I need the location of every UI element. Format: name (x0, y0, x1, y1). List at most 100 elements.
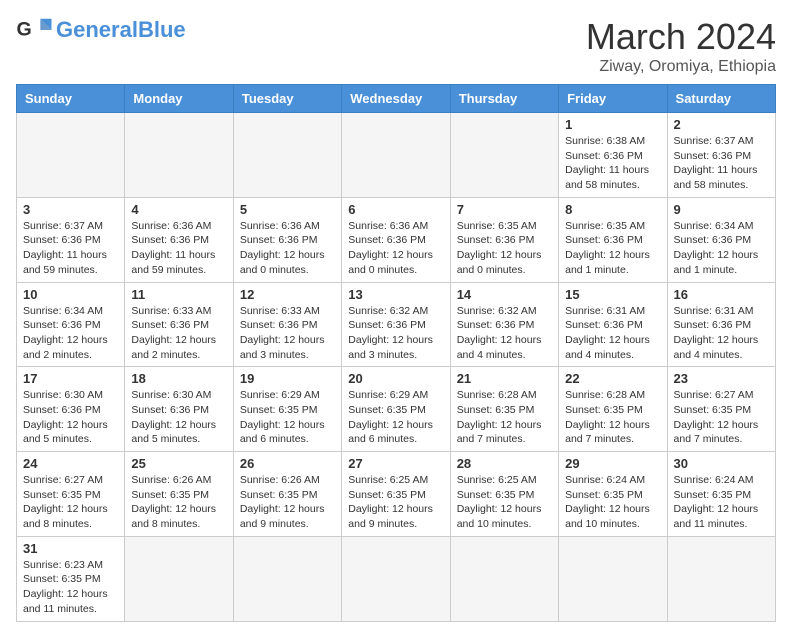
title-section: March 2024 Ziway, Oromiya, Ethiopia (586, 16, 776, 76)
logo: G GeneralBlue (16, 16, 186, 44)
day-number: 25 (131, 456, 226, 471)
logo-icon: G (16, 16, 52, 44)
day-info: Sunrise: 6:24 AM Sunset: 6:35 PM Dayligh… (674, 473, 769, 532)
weekday-header: Sunday (17, 85, 125, 113)
calendar-day-cell: 30 Sunrise: 6:24 AM Sunset: 6:35 PM Dayli… (667, 452, 775, 537)
calendar-day-cell (233, 536, 341, 621)
calendar-day-cell: 29Sunrise: 6:24 AM Sunset: 6:35 PM Dayli… (559, 452, 667, 537)
calendar-day-cell: 25 Sunrise: 6:26 AM Sunset: 6:35 PM Dayli… (125, 452, 233, 537)
calendar-day-cell (125, 536, 233, 621)
day-info: Sunrise: 6:36 AM Sunset: 6:36 PM Dayligh… (348, 219, 443, 278)
day-info: Sunrise: 6:36 AM Sunset: 6:36 PM Dayligh… (131, 219, 226, 278)
calendar-day-cell: 16 Sunrise: 6:31 AM Sunset: 6:36 PM Dayli… (667, 282, 775, 367)
calendar-day-cell (125, 113, 233, 198)
day-number: 10 (23, 287, 118, 302)
day-number: 20 (348, 371, 443, 386)
day-number: 2 (674, 117, 769, 132)
day-number: 5 (240, 202, 335, 217)
day-info: Sunrise: 6:37 AM Sunset: 6:36 PM Dayligh… (23, 219, 118, 278)
weekday-header: Wednesday (342, 85, 450, 113)
day-number: 19 (240, 371, 335, 386)
day-info: Sunrise: 6:26 AM Sunset: 6:35 PM Dayligh… (240, 473, 335, 532)
day-info: Sunrise: 6:25 AM Sunset: 6:35 PM Dayligh… (457, 473, 552, 532)
calendar-day-cell: 23Sunrise: 6:27 AM Sunset: 6:35 PM Dayli… (667, 367, 775, 452)
day-info: Sunrise: 6:35 AM Sunset: 6:36 PM Dayligh… (565, 219, 660, 278)
page-header: G GeneralBlue March 2024 Ziway, Oromiya,… (16, 16, 776, 76)
calendar-day-cell: 10Sunrise: 6:34 AM Sunset: 6:36 PM Dayli… (17, 282, 125, 367)
day-info: Sunrise: 6:33 AM Sunset: 6:36 PM Dayligh… (131, 304, 226, 363)
calendar-day-cell: 8 Sunrise: 6:35 AM Sunset: 6:36 PM Daylig… (559, 197, 667, 282)
calendar-day-cell (450, 536, 558, 621)
day-info: Sunrise: 6:29 AM Sunset: 6:35 PM Dayligh… (240, 388, 335, 447)
calendar-week-row: 3 Sunrise: 6:37 AM Sunset: 6:36 PM Daylig… (17, 197, 776, 282)
day-info: Sunrise: 6:34 AM Sunset: 6:36 PM Dayligh… (674, 219, 769, 278)
weekday-header: Friday (559, 85, 667, 113)
weekday-header: Thursday (450, 85, 558, 113)
day-number: 30 (674, 456, 769, 471)
calendar-day-cell (559, 536, 667, 621)
calendar-day-cell: 6Sunrise: 6:36 AM Sunset: 6:36 PM Daylig… (342, 197, 450, 282)
day-number: 17 (23, 371, 118, 386)
calendar-day-cell: 20 Sunrise: 6:29 AM Sunset: 6:35 PM Dayli… (342, 367, 450, 452)
day-number: 21 (457, 371, 552, 386)
calendar-week-row: 31Sunrise: 6:23 AM Sunset: 6:35 PM Dayli… (17, 536, 776, 621)
calendar-day-cell: 17 Sunrise: 6:30 AM Sunset: 6:36 PM Dayli… (17, 367, 125, 452)
calendar-header-row: SundayMondayTuesdayWednesdayThursdayFrid… (17, 85, 776, 113)
day-number: 23 (674, 371, 769, 386)
day-number: 1 (565, 117, 660, 132)
calendar-week-row: 24Sunrise: 6:27 AM Sunset: 6:35 PM Dayli… (17, 452, 776, 537)
calendar-week-row: 17 Sunrise: 6:30 AM Sunset: 6:36 PM Dayli… (17, 367, 776, 452)
day-number: 27 (348, 456, 443, 471)
day-number: 9 (674, 202, 769, 217)
day-number: 18 (131, 371, 226, 386)
calendar-day-cell: 22 Sunrise: 6:28 AM Sunset: 6:35 PM Dayli… (559, 367, 667, 452)
calendar-day-cell: 12 Sunrise: 6:33 AM Sunset: 6:36 PM Dayli… (233, 282, 341, 367)
calendar-day-cell (342, 536, 450, 621)
calendar-day-cell: 24Sunrise: 6:27 AM Sunset: 6:35 PM Dayli… (17, 452, 125, 537)
svg-text:G: G (17, 19, 32, 41)
calendar-week-row: 1Sunrise: 6:38 AM Sunset: 6:36 PM Daylig… (17, 113, 776, 198)
day-info: Sunrise: 6:28 AM Sunset: 6:35 PM Dayligh… (457, 388, 552, 447)
calendar-day-cell: 28Sunrise: 6:25 AM Sunset: 6:35 PM Dayli… (450, 452, 558, 537)
day-number: 8 (565, 202, 660, 217)
day-number: 15 (565, 287, 660, 302)
calendar-day-cell: 11Sunrise: 6:33 AM Sunset: 6:36 PM Dayli… (125, 282, 233, 367)
day-info: Sunrise: 6:25 AM Sunset: 6:35 PM Dayligh… (348, 473, 443, 532)
day-info: Sunrise: 6:33 AM Sunset: 6:36 PM Dayligh… (240, 304, 335, 363)
day-number: 12 (240, 287, 335, 302)
calendar-day-cell: 7Sunrise: 6:35 AM Sunset: 6:36 PM Daylig… (450, 197, 558, 282)
calendar-week-row: 10Sunrise: 6:34 AM Sunset: 6:36 PM Dayli… (17, 282, 776, 367)
day-number: 4 (131, 202, 226, 217)
day-number: 22 (565, 371, 660, 386)
day-number: 14 (457, 287, 552, 302)
weekday-header: Saturday (667, 85, 775, 113)
calendar-day-cell: 5Sunrise: 6:36 AM Sunset: 6:36 PM Daylig… (233, 197, 341, 282)
calendar-day-cell: 27 Sunrise: 6:25 AM Sunset: 6:35 PM Dayli… (342, 452, 450, 537)
day-info: Sunrise: 6:28 AM Sunset: 6:35 PM Dayligh… (565, 388, 660, 447)
day-info: Sunrise: 6:29 AM Sunset: 6:35 PM Dayligh… (348, 388, 443, 447)
day-number: 24 (23, 456, 118, 471)
day-number: 16 (674, 287, 769, 302)
day-info: Sunrise: 6:23 AM Sunset: 6:35 PM Dayligh… (23, 558, 118, 617)
calendar-day-cell: 21 Sunrise: 6:28 AM Sunset: 6:35 PM Dayli… (450, 367, 558, 452)
calendar-day-cell: 18 Sunrise: 6:30 AM Sunset: 6:36 PM Dayli… (125, 367, 233, 452)
calendar-day-cell (450, 113, 558, 198)
day-info: Sunrise: 6:31 AM Sunset: 6:36 PM Dayligh… (674, 304, 769, 363)
day-info: Sunrise: 6:31 AM Sunset: 6:36 PM Dayligh… (565, 304, 660, 363)
day-info: Sunrise: 6:24 AM Sunset: 6:35 PM Dayligh… (565, 473, 660, 532)
day-info: Sunrise: 6:32 AM Sunset: 6:36 PM Dayligh… (457, 304, 552, 363)
calendar-day-cell: 3 Sunrise: 6:37 AM Sunset: 6:36 PM Daylig… (17, 197, 125, 282)
calendar-subtitle: Ziway, Oromiya, Ethiopia (586, 58, 776, 76)
day-number: 3 (23, 202, 118, 217)
day-info: Sunrise: 6:26 AM Sunset: 6:35 PM Dayligh… (131, 473, 226, 532)
calendar-day-cell: 14 Sunrise: 6:32 AM Sunset: 6:36 PM Dayli… (450, 282, 558, 367)
day-info: Sunrise: 6:35 AM Sunset: 6:36 PM Dayligh… (457, 219, 552, 278)
calendar-day-cell (233, 113, 341, 198)
calendar-day-cell: 15 Sunrise: 6:31 AM Sunset: 6:36 PM Dayli… (559, 282, 667, 367)
day-info: Sunrise: 6:30 AM Sunset: 6:36 PM Dayligh… (131, 388, 226, 447)
day-info: Sunrise: 6:30 AM Sunset: 6:36 PM Dayligh… (23, 388, 118, 447)
calendar-day-cell: 31Sunrise: 6:23 AM Sunset: 6:35 PM Dayli… (17, 536, 125, 621)
calendar-day-cell: 26Sunrise: 6:26 AM Sunset: 6:35 PM Dayli… (233, 452, 341, 537)
calendar-title: March 2024 (586, 16, 776, 58)
day-info: Sunrise: 6:32 AM Sunset: 6:36 PM Dayligh… (348, 304, 443, 363)
